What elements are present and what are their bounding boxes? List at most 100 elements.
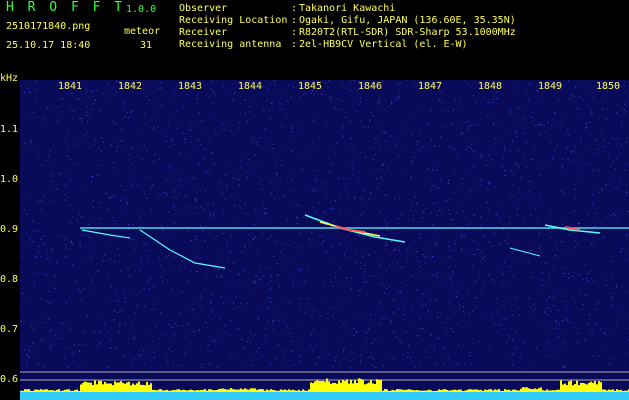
- noise-speck: [321, 243, 323, 245]
- noise-speck: [557, 309, 559, 311]
- noise-speck: [145, 325, 147, 327]
- noise-speck: [249, 273, 251, 275]
- noise-speck: [408, 220, 410, 222]
- noise-speck: [400, 297, 402, 299]
- count-bar: [480, 389, 482, 392]
- noise-speck: [149, 85, 151, 87]
- noise-speck: [445, 200, 447, 202]
- noise-speck: [548, 228, 550, 230]
- noise-speck: [44, 242, 45, 244]
- noise-speck: [195, 198, 197, 200]
- noise-speck: [313, 309, 315, 311]
- noise-speck: [586, 277, 587, 279]
- noise-speck: [270, 280, 272, 282]
- noise-speck: [190, 129, 192, 131]
- noise-speck: [343, 323, 345, 325]
- noise-speck: [353, 196, 354, 198]
- noise-speck: [267, 297, 269, 299]
- noise-speck: [343, 348, 345, 350]
- noise-speck: [574, 188, 576, 190]
- noise-speck: [571, 95, 573, 97]
- noise-speck: [560, 240, 562, 242]
- noise-speck: [248, 106, 250, 108]
- noise-speck: [367, 328, 369, 330]
- noise-speck: [625, 185, 627, 186]
- noise-speck: [408, 248, 409, 250]
- noise-speck: [340, 211, 342, 213]
- noise-speck: [41, 318, 43, 320]
- noise-speck: [314, 117, 316, 119]
- noise-speck: [120, 185, 122, 187]
- noise-speck: [539, 174, 541, 176]
- noise-speck: [136, 306, 138, 308]
- noise-speck: [200, 179, 202, 181]
- noise-speck: [353, 358, 355, 360]
- noise-speck: [307, 266, 309, 268]
- noise-speck: [275, 308, 277, 310]
- noise-speck: [162, 341, 163, 343]
- noise-speck: [127, 269, 129, 270]
- noise-speck: [421, 217, 423, 218]
- noise-speck: [304, 281, 306, 283]
- noise-speck: [69, 221, 70, 223]
- noise-speck: [487, 306, 489, 308]
- noise-speck: [217, 235, 219, 237]
- noise-speck: [473, 254, 475, 255]
- noise-speck: [509, 112, 511, 114]
- noise-speck: [323, 90, 324, 92]
- noise-speck: [116, 299, 118, 301]
- noise-speck: [182, 324, 184, 326]
- noise-speck: [285, 117, 287, 119]
- noise-speck: [358, 103, 360, 105]
- noise-speck: [448, 275, 450, 277]
- noise-speck: [625, 327, 627, 329]
- noise-speck: [625, 313, 627, 315]
- noise-speck: [444, 322, 446, 324]
- noise-speck: [555, 337, 557, 339]
- noise-speck: [165, 334, 166, 335]
- noise-speck: [359, 290, 361, 291]
- noise-speck: [610, 279, 612, 281]
- noise-speck: [588, 307, 589, 309]
- noise-speck: [315, 134, 317, 135]
- noise-speck: [567, 321, 569, 323]
- noise-speck: [434, 348, 436, 350]
- noise-speck: [503, 304, 505, 306]
- noise-speck: [436, 214, 438, 216]
- noise-speck: [236, 328, 238, 330]
- noise-speck: [283, 93, 285, 95]
- noise-speck: [552, 158, 554, 159]
- noise-speck: [89, 146, 91, 148]
- noise-speck: [521, 358, 523, 360]
- noise-speck: [106, 192, 107, 194]
- noise-speck: [508, 354, 510, 356]
- noise-speck: [224, 118, 226, 120]
- noise-speck: [159, 298, 161, 300]
- noise-speck: [357, 291, 359, 292]
- noise-speck: [574, 86, 576, 88]
- noise-speck: [131, 364, 133, 366]
- noise-speck: [360, 363, 361, 365]
- noise-speck: [133, 359, 135, 361]
- noise-speck: [370, 321, 372, 323]
- y-tick: 1.1: [0, 124, 19, 135]
- noise-speck: [511, 354, 513, 356]
- noise-speck: [459, 304, 461, 306]
- noise-speck: [261, 164, 263, 166]
- noise-speck: [124, 355, 126, 357]
- noise-speck: [219, 274, 220, 276]
- noise-speck: [245, 156, 247, 158]
- noise-speck: [342, 300, 344, 302]
- noise-speck: [422, 304, 424, 306]
- noise-speck: [328, 171, 330, 173]
- noise-speck: [379, 264, 381, 266]
- noise-speck: [73, 184, 75, 186]
- noise-speck: [607, 109, 609, 110]
- noise-speck: [446, 284, 447, 286]
- noise-speck: [503, 284, 505, 285]
- noise-speck: [468, 290, 470, 292]
- noise-speck: [493, 164, 495, 166]
- noise-speck: [424, 211, 426, 213]
- noise-speck: [422, 109, 424, 111]
- noise-speck: [146, 261, 148, 263]
